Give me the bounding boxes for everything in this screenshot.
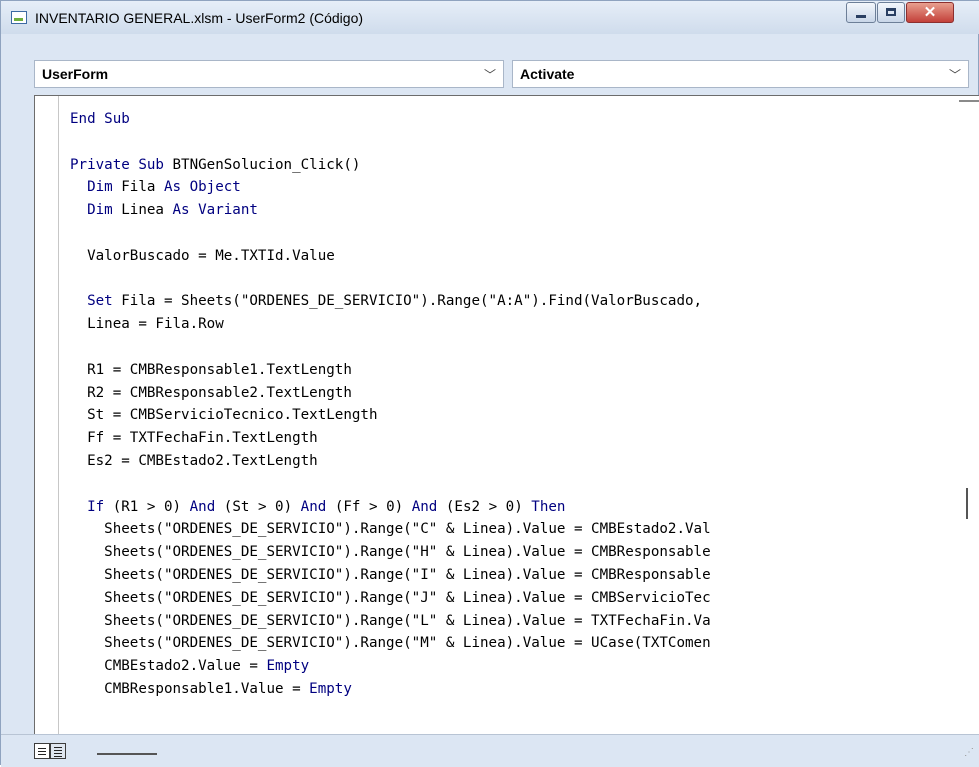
code-token: R2 = CMBResponsable2.TextLength (70, 384, 352, 401)
code-token: BTNGenSolucion_Click() (172, 156, 361, 173)
code-keyword: Then (531, 498, 566, 515)
code-line[interactable]: Set Fila = Sheets("ORDENES_DE_SERVICIO")… (70, 290, 711, 313)
code-token: Linea (112, 202, 173, 219)
code-keyword: Empty (266, 658, 310, 675)
code-line[interactable]: Sheets("ORDENES_DE_SERVICIO").Range("L" … (70, 610, 711, 633)
code-line[interactable]: Dim Linea As Variant (70, 199, 711, 222)
code-keyword: If (87, 498, 105, 515)
code-line[interactable]: Linea = Fila.Row (70, 313, 711, 336)
code-token: (Es2 > 0) (437, 498, 532, 515)
code-keyword: As Variant (172, 202, 258, 219)
vertical-scrollbar-thumb[interactable] (966, 488, 968, 519)
close-icon: ✕ (923, 4, 937, 21)
code-line[interactable] (70, 473, 711, 496)
chevron-down-icon[interactable]: ﹀ (949, 66, 961, 83)
code-token: Fila = Sheets("ORDENES_DE_SERVICIO").Ran… (112, 293, 703, 310)
code-line[interactable]: Sheets("ORDENES_DE_SERVICIO").Range("J" … (70, 587, 711, 610)
code-token: (R1 > 0) (104, 498, 190, 515)
horizontal-scrollbar-thumb[interactable] (97, 753, 157, 755)
code-line[interactable]: End Sub (70, 108, 711, 131)
maximize-icon (886, 8, 896, 16)
code-token: Ff = TXTFechaFin.TextLength (70, 430, 318, 447)
code-line[interactable]: R2 = CMBResponsable2.TextLength (70, 382, 711, 405)
code-keyword: End Sub (70, 111, 130, 127)
code-line[interactable] (70, 336, 711, 359)
code-token: Sheets("ORDENES_DE_SERVICIO").Range("H" … (70, 544, 711, 561)
code-line[interactable]: CMBResponsable1.Value = Empty (70, 678, 711, 701)
vertical-scrollbar-top[interactable] (959, 100, 979, 102)
code-line[interactable]: Ff = TXTFechaFin.TextLength (70, 427, 711, 450)
code-keyword: Dim (87, 179, 113, 196)
vba-window-icon (11, 11, 27, 24)
object-dropdown[interactable]: UserForm ﹀ (34, 60, 504, 88)
code-token: CMBResponsable1.Value = (70, 680, 310, 697)
code-line[interactable]: Es2 = CMBEstado2.TextLength (70, 450, 711, 473)
margin-indicator-bar[interactable] (35, 96, 59, 736)
vba-code-window: INVENTARIO GENERAL.xlsm - UserForm2 (Cód… (0, 0, 979, 767)
code-keyword: Empty (309, 680, 352, 697)
code-token: Fila (112, 179, 164, 196)
code-line[interactable]: St = CMBServicioTecnico.TextLength (70, 404, 711, 427)
code-line[interactable]: If (R1 > 0) And (St > 0) And (Ff > 0) An… (70, 496, 711, 519)
code-token: St = CMBServicioTecnico.TextLength (70, 407, 378, 424)
maximize-button[interactable] (877, 2, 905, 23)
code-keyword: Dim (87, 202, 113, 219)
code-line[interactable]: Sheets("ORDENES_DE_SERVICIO").Range("M" … (70, 632, 711, 655)
window-title: INVENTARIO GENERAL.xlsm - UserForm2 (Cód… (35, 10, 364, 26)
code-token: Sheets("ORDENES_DE_SERVICIO").Range("M" … (70, 635, 711, 652)
resize-grip-icon[interactable]: ⋰ (964, 747, 974, 758)
code-token: Sheets("ORDENES_DE_SERVICIO").Range("J" … (70, 589, 711, 606)
code-token: R1 = CMBResponsable1.TextLength (70, 361, 352, 378)
code-token: (Ff > 0) (326, 498, 412, 515)
code-keyword: And (189, 498, 216, 515)
chevron-down-icon[interactable]: ﹀ (484, 66, 496, 83)
code-token: Linea = Fila.Row (70, 316, 224, 333)
code-token: Sheets("ORDENES_DE_SERVICIO").Range("I" … (70, 566, 711, 583)
code-line[interactable]: R1 = CMBResponsable1.TextLength (70, 359, 711, 382)
code-token: CMBEstado2.Value = (70, 658, 267, 675)
code-keyword: As Object (163, 179, 241, 196)
code-keyword: Private Sub (70, 156, 173, 173)
procedure-view-button[interactable] (34, 743, 50, 759)
code-line[interactable] (70, 131, 711, 154)
code-line[interactable] (70, 268, 711, 291)
code-token: Sheets("ORDENES_DE_SERVICIO").Range("C" … (70, 521, 711, 538)
code-editor[interactable]: End Sub Private Sub BTNGenSolucion_Click… (34, 95, 979, 736)
procedure-dropdown[interactable]: Activate ﹀ (512, 60, 969, 88)
code-line[interactable]: Sheets("ORDENES_DE_SERVICIO").Range("I" … (70, 564, 711, 587)
code-line[interactable]: Sheets("ORDENES_DE_SERVICIO").Range("C" … (70, 518, 711, 541)
code-line[interactable]: Dim Fila As Object (70, 176, 711, 199)
code-token: (St > 0) (215, 498, 301, 515)
code-keyword: Set (87, 293, 113, 310)
code-line[interactable] (70, 222, 711, 245)
code-line[interactable]: Private Sub BTNGenSolucion_Click() (70, 154, 711, 177)
title-bar[interactable]: INVENTARIO GENERAL.xlsm - UserForm2 (Cód… (1, 1, 979, 34)
procedure-dropdown-value: Activate (520, 66, 575, 82)
code-token: ValorBuscado = Me.TXTId.Value (70, 247, 335, 264)
object-dropdown-value: UserForm (42, 66, 109, 82)
close-button[interactable]: ✕ (906, 2, 954, 23)
minimize-button[interactable] (846, 2, 876, 23)
full-module-view-button[interactable] (50, 743, 66, 759)
code-token: Sheets("ORDENES_DE_SERVICIO").Range("L" … (70, 612, 711, 629)
editor-bottom-bar: ⋰ (1, 734, 979, 767)
code-line[interactable]: ValorBuscado = Me.TXTId.Value (70, 245, 711, 268)
code-token: Es2 = CMBEstado2.TextLength (70, 452, 318, 469)
code-text[interactable]: End Sub Private Sub BTNGenSolucion_Click… (70, 108, 711, 701)
code-line[interactable]: CMBEstado2.Value = Empty (70, 655, 711, 678)
code-keyword: And (411, 498, 438, 515)
minimize-icon (856, 15, 866, 18)
code-keyword: And (300, 498, 327, 515)
code-line[interactable]: Sheets("ORDENES_DE_SERVICIO").Range("H" … (70, 541, 711, 564)
